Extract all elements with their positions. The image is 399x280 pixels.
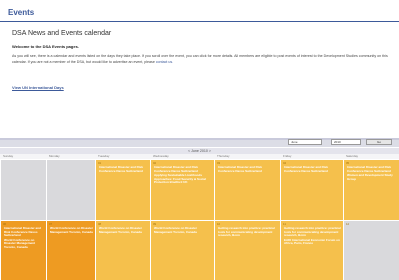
intro-paragraph: As you will see, there is a calendar and… (12, 53, 398, 65)
intro-text: As you will see, there is a calendar and… (12, 54, 388, 64)
calendar-day-cell[interactable]: 06 International Disaster and Risk Confer… (0, 220, 46, 280)
section-heading: DSA News and Events calendar (12, 30, 112, 37)
calendar-day-cell[interactable]: 04 International Disaster and Risk Confer… (280, 159, 343, 220)
page-title: Events (8, 8, 35, 17)
calendar-event-link[interactable]: Getting research into practice: practica… (215, 226, 280, 239)
title-divider (0, 21, 399, 22)
go-button[interactable]: Go (366, 139, 392, 145)
calendar-day-cell[interactable]: 03 International Disaster and Risk Confer… (214, 159, 280, 220)
calendar-event-link[interactable]: World Conference on Disaster Management … (1, 238, 46, 251)
calendar-event-link[interactable]: World Conference on Disaster Management … (151, 226, 214, 235)
calendar-event-link[interactable]: International Disaster and Risk Conferen… (215, 165, 280, 174)
calendar-event-link[interactable]: International Disaster and Risk Conferen… (1, 226, 46, 239)
contact-us-link[interactable]: contact us. (156, 60, 173, 64)
calendar-event-link[interactable]: International Disaster and Risk Conferen… (281, 165, 343, 174)
calendar-day-cell[interactable]: 12 (343, 220, 399, 280)
calendar-day-cell[interactable] (46, 159, 95, 220)
calendar-day-cell[interactable]: 07 World Conference on Disaster Managemen… (46, 220, 95, 280)
day-number (47, 160, 95, 162)
calendar-day-cell[interactable]: 08 World Conference on Disaster Managemen… (95, 220, 150, 280)
month-select[interactable]: June (288, 139, 322, 145)
calendar-day-cell[interactable]: 10 Getting research into practice: practi… (214, 220, 280, 280)
calendar-event-link[interactable]: World Conference on Disaster Management … (47, 226, 95, 235)
calendar-day-cell[interactable] (0, 159, 46, 220)
day-number: 12 (346, 222, 350, 226)
day-number (1, 160, 46, 162)
year-select[interactable]: 2010 (331, 139, 361, 145)
calendar-day-cell[interactable]: 11 Getting research into practice: practi… (280, 220, 343, 280)
welcome-text: Welcome to the DSA Events pages. (12, 44, 79, 49)
calendar-day-cell[interactable]: 09 World Conference on Disaster Managemen… (150, 220, 214, 280)
calendar-event-link[interactable]: EADI International Economic Forum on Afr… (281, 238, 343, 247)
calendar-event-link[interactable]: World Conference on Disaster Management … (96, 226, 150, 235)
calendar-event-link[interactable]: Getting research into practice: practica… (281, 226, 343, 239)
calendar-day-cell[interactable]: 01 International Disaster and Risk Confer… (95, 159, 150, 220)
calendar-day-cell[interactable]: 02 International Disaster and Risk Confer… (150, 159, 214, 220)
calendar-event-link[interactable]: International Disaster and Risk Conferen… (96, 165, 150, 174)
un-international-days-link[interactable]: View UN International Days (12, 85, 64, 90)
calendar-day-cell[interactable]: 05 International Disaster and Risk Confer… (343, 159, 399, 220)
calendar-event-link[interactable]: Applying Sustainable Livelihoods Approac… (151, 173, 214, 186)
calendar-event-link[interactable]: Women and Development Study Group (344, 173, 399, 182)
